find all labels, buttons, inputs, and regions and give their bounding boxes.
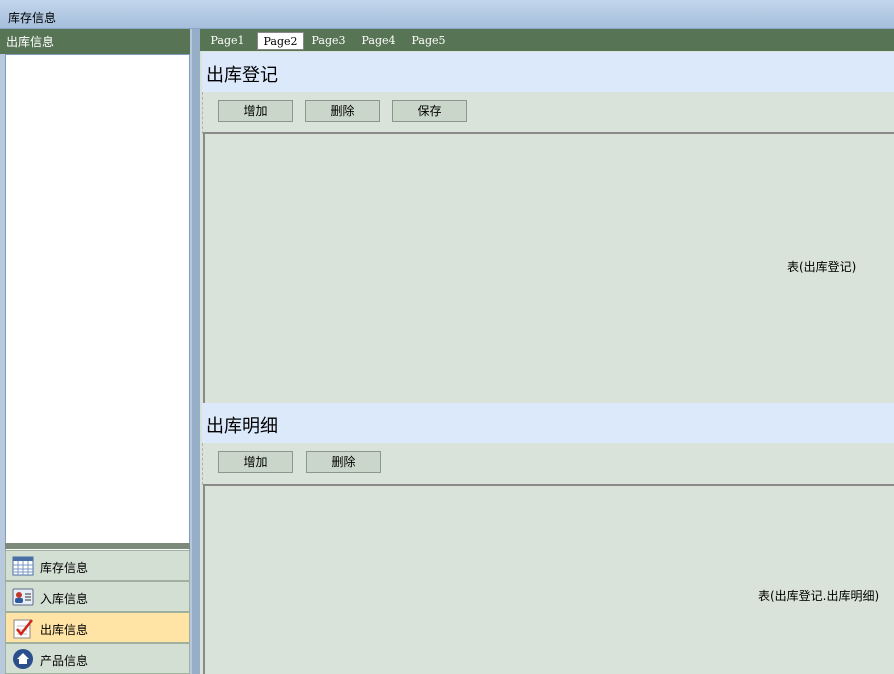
register-table[interactable]: 表(出库登记) — [203, 132, 894, 403]
register-section-header: 出库登记 — [202, 52, 894, 92]
checklist-icon — [13, 619, 33, 639]
nav-item-label: 产品信息 — [40, 654, 89, 668]
vertical-splitter[interactable] — [192, 29, 200, 674]
detail-section-header: 出库明细 — [202, 403, 894, 443]
nav-item-inventory[interactable]: 库存信息 — [5, 550, 190, 581]
nav-item-label: 库存信息 — [40, 561, 89, 575]
window-titlebar: 库存信息 — [0, 0, 894, 29]
register-section-title: 出库登记 — [206, 65, 278, 86]
tab-bar: Page1 Page2 Page3 Page4 Page5 — [200, 29, 894, 51]
nav-item-label: 入库信息 — [40, 592, 89, 606]
tab-page5[interactable]: Page5 — [405, 32, 452, 50]
tab-page4[interactable]: Page4 — [355, 32, 402, 50]
left-pane-list[interactable] — [5, 54, 190, 571]
calendar-grid-icon — [12, 556, 34, 576]
nav-item-outbound[interactable]: 出库信息 — [5, 612, 190, 643]
tab-page2[interactable]: Page2 — [257, 32, 304, 50]
contact-card-icon — [12, 588, 34, 606]
detail-toolbar: 增加 删除 — [202, 443, 894, 485]
nav-item-label: 出库信息 — [40, 623, 89, 637]
window-title: 库存信息 — [8, 11, 57, 25]
left-pane-splitter[interactable] — [5, 543, 190, 549]
left-pane-title: 出库信息 — [6, 35, 55, 49]
detail-add-button[interactable]: 增加 — [218, 451, 293, 473]
left-pane-header: 出库信息 — [0, 29, 190, 54]
home-icon — [13, 649, 33, 669]
detail-table[interactable]: 表(出库登记.出库明细) — [203, 484, 894, 674]
main-pane: Page1 Page2 Page3 Page4 Page5 出库登记 增加 删除… — [200, 29, 894, 674]
detail-table-label: 表(出库登记.出库明细) — [758, 589, 880, 603]
left-pane: 出库信息 库存信息 入库信息 出库信息 产品信息 — [0, 29, 192, 674]
register-add-button[interactable]: 增加 — [218, 100, 293, 122]
tab-page3[interactable]: Page3 — [305, 32, 352, 50]
register-delete-button[interactable]: 删除 — [305, 100, 380, 122]
nav-item-products[interactable]: 产品信息 — [5, 643, 190, 674]
register-save-button[interactable]: 保存 — [392, 100, 467, 122]
register-toolbar: 增加 删除 保存 — [202, 92, 894, 134]
register-table-label: 表(出库登记) — [787, 260, 857, 274]
detail-section-title: 出库明细 — [206, 416, 278, 437]
detail-delete-button[interactable]: 删除 — [306, 451, 381, 473]
tab-page1[interactable]: Page1 — [204, 32, 251, 50]
nav-item-inbound[interactable]: 入库信息 — [5, 581, 190, 612]
